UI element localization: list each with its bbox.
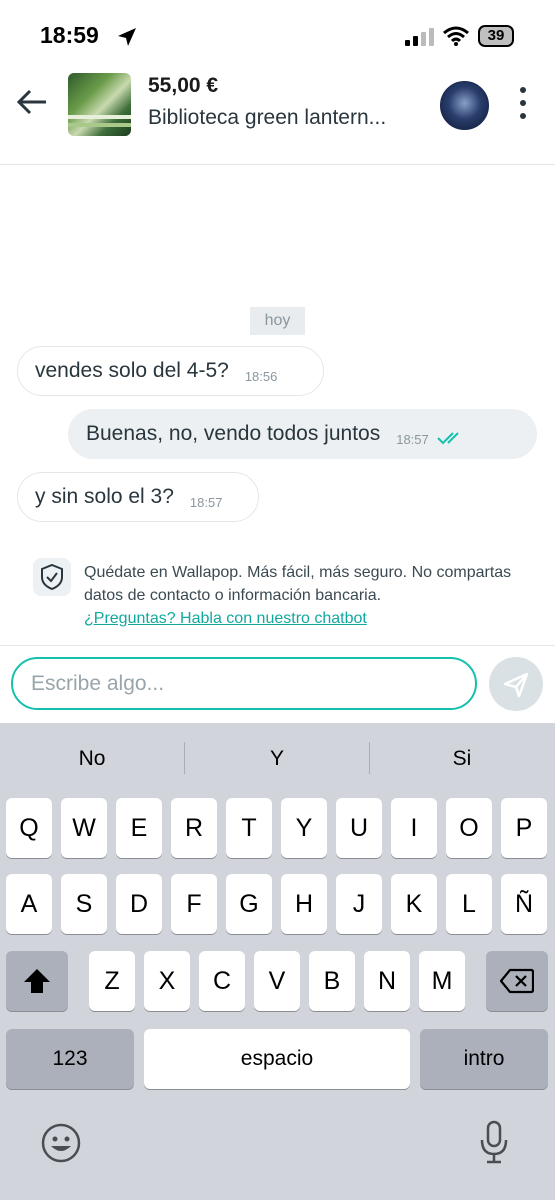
- message-bubble-incoming: y sin solo el 3? 18:57: [17, 472, 259, 522]
- key-y[interactable]: Y: [281, 798, 327, 858]
- key-n[interactable]: N: [364, 951, 410, 1011]
- status-time: 18:59: [40, 22, 99, 48]
- key-w[interactable]: W: [61, 798, 107, 858]
- microphone-icon[interactable]: [478, 1120, 510, 1166]
- key-v[interactable]: V: [254, 951, 300, 1011]
- send-button[interactable]: [489, 657, 543, 711]
- key-b[interactable]: B: [309, 951, 355, 1011]
- suggestion-3[interactable]: Si: [370, 747, 554, 771]
- wifi-icon: [443, 26, 469, 46]
- safety-notice-text: Quédate en Wallapop. Más fácil, más segu…: [84, 564, 512, 604]
- key-p[interactable]: P: [501, 798, 547, 858]
- key-u[interactable]: U: [336, 798, 382, 858]
- key-i[interactable]: I: [391, 798, 437, 858]
- read-checkmarks-icon: [437, 432, 459, 445]
- shift-key[interactable]: [6, 951, 68, 1011]
- message-text: y sin solo el 3?: [35, 485, 174, 508]
- location-arrow-icon: [118, 28, 136, 46]
- key-j[interactable]: J: [336, 874, 382, 934]
- shift-arrow-icon: [24, 969, 50, 993]
- key-x[interactable]: X: [144, 951, 190, 1011]
- key-d[interactable]: D: [116, 874, 162, 934]
- message-text: Buenas, no, vendo todos juntos: [86, 422, 381, 445]
- key-k[interactable]: K: [391, 874, 437, 934]
- item-thumbnail[interactable]: [68, 73, 131, 136]
- key-r[interactable]: R: [171, 798, 217, 858]
- numbers-key[interactable]: 123: [6, 1029, 134, 1089]
- message-time: 18:57: [189, 494, 223, 510]
- key-l[interactable]: L: [446, 874, 492, 934]
- key-e[interactable]: E: [116, 798, 162, 858]
- emoji-icon[interactable]: [40, 1122, 82, 1164]
- key-t[interactable]: T: [226, 798, 272, 858]
- return-key[interactable]: intro: [420, 1029, 548, 1089]
- space-key[interactable]: espacio: [144, 1029, 410, 1089]
- message-time: 18:56: [244, 368, 278, 384]
- key-g[interactable]: G: [226, 874, 272, 934]
- key-h[interactable]: H: [281, 874, 327, 934]
- back-arrow-icon[interactable]: [16, 88, 48, 116]
- message-bubble-outgoing: Buenas, no, vendo todos juntos 18:57: [68, 409, 537, 459]
- battery-icon: 39: [478, 25, 514, 47]
- shield-icon: [33, 558, 71, 596]
- status-bar: 18:59 39: [0, 0, 555, 70]
- send-icon: [503, 672, 529, 698]
- safety-notice: Quédate en Wallapop. Más fácil, más segu…: [84, 561, 524, 630]
- key-s[interactable]: S: [61, 874, 107, 934]
- message-input[interactable]: [11, 657, 477, 710]
- chatbot-link[interactable]: ¿Preguntas? Habla con nuestro chatbot: [84, 610, 367, 627]
- key-a[interactable]: A: [6, 874, 52, 934]
- key-f[interactable]: F: [171, 874, 217, 934]
- key-o[interactable]: O: [446, 798, 492, 858]
- key-n-tilde[interactable]: Ñ: [501, 874, 547, 934]
- message-time: 18:57: [396, 431, 429, 447]
- suggestion-1[interactable]: No: [0, 747, 184, 771]
- backspace-icon: [499, 968, 535, 994]
- cellular-signal-icon: [405, 28, 434, 46]
- item-title[interactable]: Biblioteca green lantern...: [148, 106, 386, 130]
- date-separator: hoy: [250, 307, 305, 335]
- key-m[interactable]: M: [419, 951, 465, 1011]
- more-options-icon[interactable]: [518, 86, 528, 120]
- message-bubble-incoming: vendes solo del 4-5? 18:56: [17, 346, 324, 396]
- message-text: vendes solo del 4-5?: [35, 359, 229, 382]
- battery-level: 39: [480, 27, 512, 45]
- seller-avatar[interactable]: [440, 81, 489, 130]
- item-price: 55,00 €: [148, 74, 219, 97]
- key-q[interactable]: Q: [6, 798, 52, 858]
- key-z[interactable]: Z: [89, 951, 135, 1011]
- key-c[interactable]: C: [199, 951, 245, 1011]
- backspace-key[interactable]: [486, 951, 548, 1011]
- suggestion-2[interactable]: Y: [185, 747, 369, 771]
